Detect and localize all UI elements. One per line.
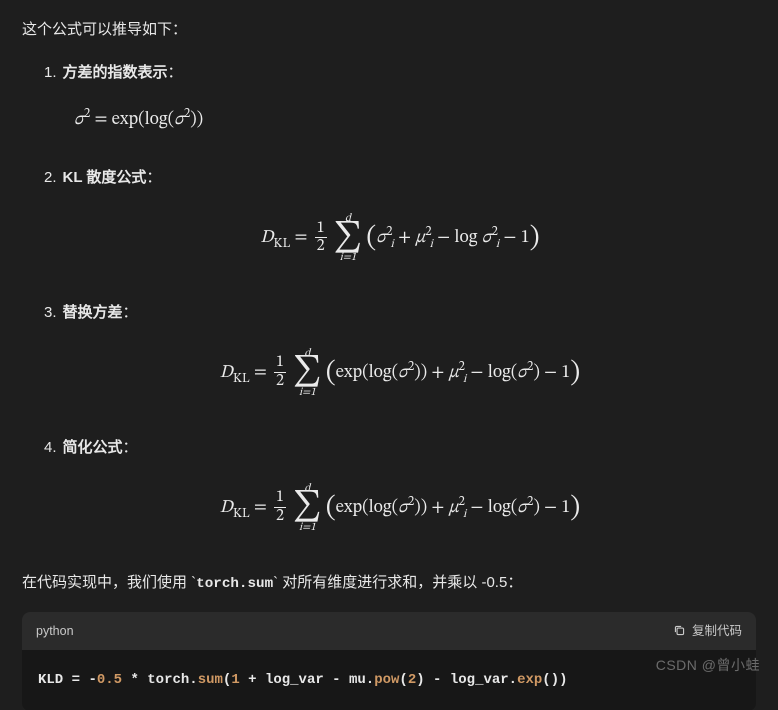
intro-text: 这个公式可以推导如下： — [22, 16, 756, 43]
code-lang-label: python — [36, 620, 74, 643]
item-substitute-variance: 替换方差： DKL = 12d∑i=1(exp(log(σ2)) + μ2i −… — [44, 299, 756, 420]
item-title-4: 简化公式： — [44, 434, 756, 461]
variance-exp-formula: σ2 = exp(log(σ2)) — [44, 94, 756, 150]
item-variance-exp: 方差的指数表示： σ2 = exp(log(σ2)) — [44, 59, 756, 150]
kl-divergence-formula: DKL = 12d∑i=1(σ2i + μ2i − log σ2i − 1) — [44, 199, 756, 285]
item-title-1: 方差的指数表示： — [44, 59, 756, 86]
simplified-formula: DKL = 12d∑i=1(exp(log(σ2)) + μ2i − log(σ… — [44, 469, 756, 555]
substitute-variance-formula: DKL = 12d∑i=1(exp(log(σ2)) + μ2i − log(σ… — [44, 334, 756, 420]
code-header: python 复制代码 — [22, 612, 756, 651]
code-body[interactable]: KLD = -0.5 * torch.sum(1 + log_var - mu.… — [22, 650, 756, 710]
copy-icon — [673, 624, 686, 637]
implementation-note: 在代码实现中，我们使用 `torch.sum` 对所有维度进行求和，并乘以 -0… — [22, 569, 756, 598]
inline-code-torch-sum: torch.sum — [196, 576, 273, 592]
code-block: python 复制代码 KLD = -0.5 * torch.sum(1 + l… — [22, 612, 756, 710]
item-title-2: KL 散度公式： — [44, 164, 756, 191]
item-title-3: 替换方差： — [44, 299, 756, 326]
item-simplified: 简化公式： DKL = 12d∑i=1(exp(log(σ2)) + μ2i −… — [44, 434, 756, 555]
item-kl-divergence: KL 散度公式： DKL = 12d∑i=1(σ2i + μ2i − log σ… — [44, 164, 756, 285]
copy-code-button[interactable]: 复制代码 — [673, 620, 742, 643]
derivation-list: 方差的指数表示： σ2 = exp(log(σ2)) KL 散度公式： DKL … — [22, 59, 756, 555]
